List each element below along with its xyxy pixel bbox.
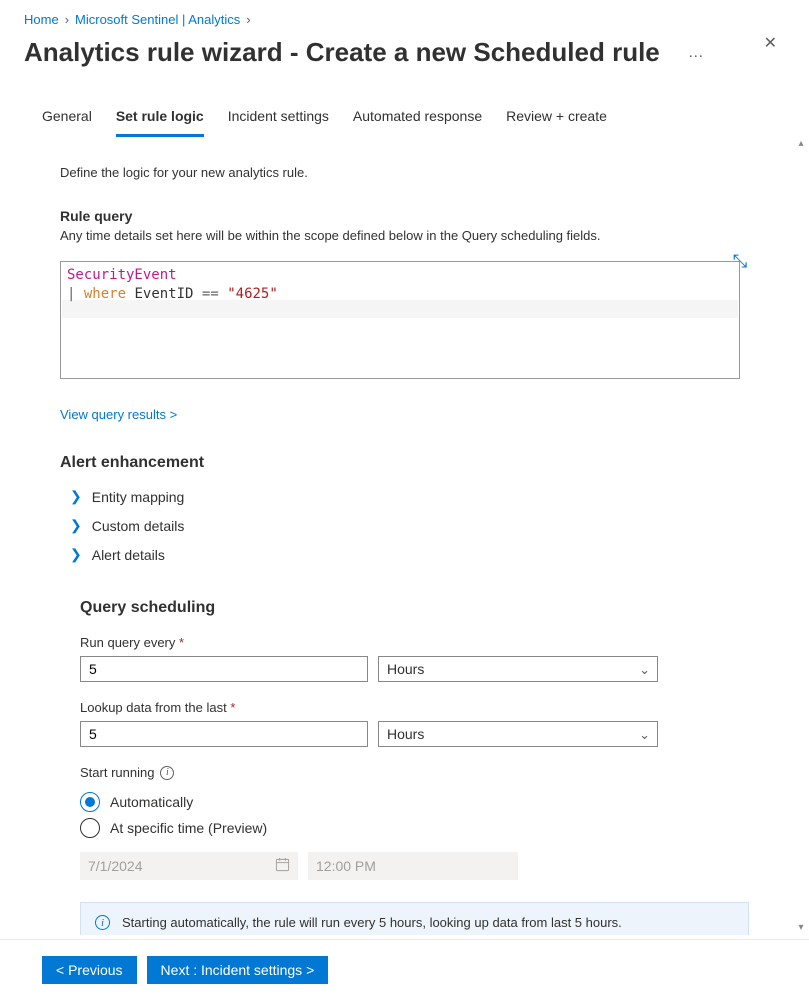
rule-query-title: Rule query bbox=[60, 208, 749, 224]
radio-automatically[interactable] bbox=[80, 792, 100, 812]
radio-specific-time[interactable] bbox=[80, 818, 100, 838]
accordion-label: Alert details bbox=[92, 547, 165, 563]
schedule-info-banner: i Starting automatically, the rule will … bbox=[80, 902, 749, 935]
query-scheduling-title: Query scheduling bbox=[80, 599, 749, 617]
code-token: | bbox=[67, 286, 75, 302]
chevron-right-icon: ❯ bbox=[70, 517, 82, 534]
breadcrumb: Home › Microsoft Sentinel | Analytics › bbox=[0, 0, 809, 31]
radio-label: Automatically bbox=[110, 794, 193, 810]
accordion-label: Entity mapping bbox=[92, 489, 185, 505]
tab-general[interactable]: General bbox=[42, 100, 92, 137]
intro-text: Define the logic for your new analytics … bbox=[60, 165, 749, 180]
code-token: == bbox=[202, 286, 219, 302]
breadcrumb-separator-icon: › bbox=[65, 12, 69, 27]
code-token: SecurityEvent bbox=[67, 267, 177, 283]
banner-text: Starting automatically, the rule will ru… bbox=[122, 915, 622, 930]
query-editor[interactable]: SecurityEvent | where EventID == "4625" bbox=[60, 261, 740, 379]
accordion-label: Custom details bbox=[92, 518, 185, 534]
radio-automatically-row[interactable]: Automatically bbox=[80, 792, 749, 812]
tab-automated-response[interactable]: Automated response bbox=[353, 100, 482, 137]
lookup-unit-select[interactable]: Hours bbox=[378, 721, 658, 747]
chevron-right-icon: ❯ bbox=[70, 488, 82, 505]
tabs: General Set rule logic Incident settings… bbox=[0, 80, 809, 137]
accordion-entity-mapping[interactable]: ❯ Entity mapping bbox=[60, 482, 749, 511]
run-every-unit-select[interactable]: Hours bbox=[378, 656, 658, 682]
view-query-results-link[interactable]: View query results > bbox=[60, 407, 177, 422]
rule-query-sub: Any time details set here will be within… bbox=[60, 228, 749, 243]
breadcrumb-home[interactable]: Home bbox=[24, 12, 59, 27]
code-token: where bbox=[84, 286, 126, 302]
footer: < Previous Next : Incident settings > bbox=[0, 939, 809, 1008]
start-date-field: 7/1/2024 bbox=[80, 852, 298, 880]
tab-set-rule-logic[interactable]: Set rule logic bbox=[116, 100, 204, 137]
more-actions-icon[interactable]: … bbox=[688, 44, 705, 62]
main-scroll-area[interactable]: Define the logic for your new analytics … bbox=[0, 137, 809, 935]
run-every-label: Run query every * bbox=[80, 635, 749, 650]
code-token: "4625" bbox=[227, 286, 278, 302]
breadcrumb-sentinel[interactable]: Microsoft Sentinel | Analytics bbox=[75, 12, 240, 27]
page-title: Analytics rule wizard - Create a new Sch… bbox=[24, 37, 660, 68]
lookup-value-input[interactable] bbox=[80, 721, 368, 747]
code-token: EventID bbox=[134, 286, 193, 302]
calendar-icon bbox=[275, 857, 290, 875]
start-time-field: 12:00 PM bbox=[308, 852, 518, 880]
close-icon[interactable]: ✕ bbox=[756, 29, 785, 57]
lookup-label: Lookup data from the last * bbox=[80, 700, 749, 715]
title-row: Analytics rule wizard - Create a new Sch… bbox=[0, 31, 809, 80]
info-icon[interactable]: i bbox=[160, 766, 174, 780]
chevron-right-icon: ❯ bbox=[70, 546, 82, 563]
accordion-custom-details[interactable]: ❯ Custom details bbox=[60, 511, 749, 540]
accordion-alert-details[interactable]: ❯ Alert details bbox=[60, 540, 749, 569]
breadcrumb-separator-icon: › bbox=[246, 12, 250, 27]
next-button[interactable]: Next : Incident settings > bbox=[147, 956, 329, 984]
start-running-label: Start running i bbox=[80, 765, 749, 780]
content: Define the logic for your new analytics … bbox=[0, 137, 809, 935]
run-every-value-input[interactable] bbox=[80, 656, 368, 682]
tab-review-create[interactable]: Review + create bbox=[506, 100, 607, 137]
previous-button[interactable]: < Previous bbox=[42, 956, 137, 984]
radio-specific-time-row[interactable]: At specific time (Preview) bbox=[80, 818, 749, 838]
radio-label: At specific time (Preview) bbox=[110, 820, 267, 836]
alert-enhancement-title: Alert enhancement bbox=[60, 454, 749, 472]
tab-incident-settings[interactable]: Incident settings bbox=[228, 100, 329, 137]
info-icon: i bbox=[95, 915, 110, 930]
